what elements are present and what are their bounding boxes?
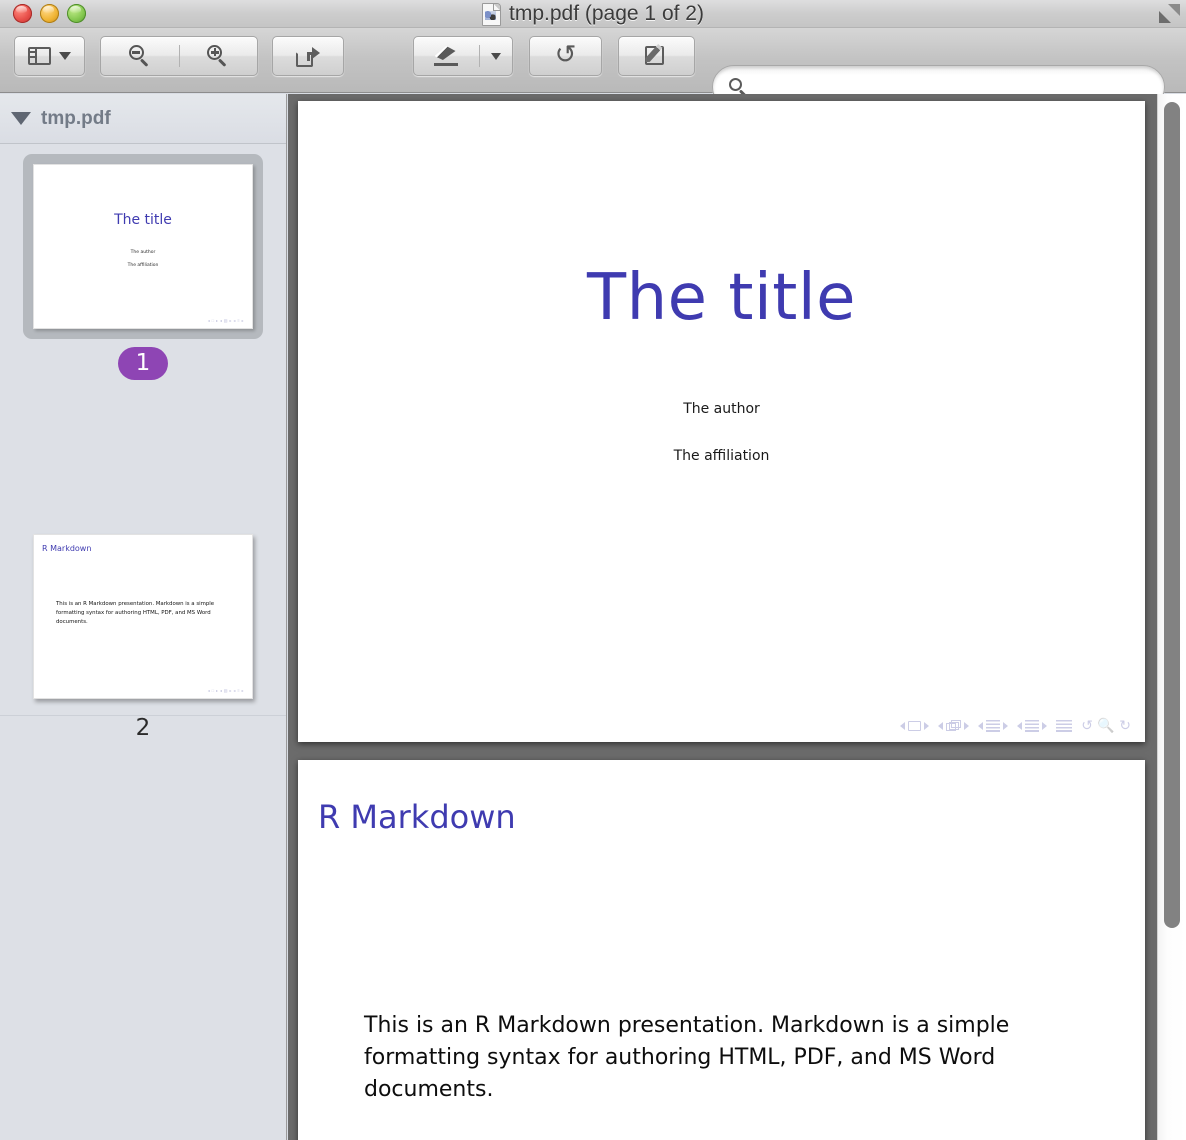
page1-title: The title [587,261,856,335]
fullscreen-arrows-icon[interactable] [1156,1,1184,27]
magnifier-plus-icon [207,45,229,67]
thumbnail-sidebar: tmp.pdf The title The author The affilia… [0,94,287,1140]
thumb2-body: This is an R Markdown presentation. Mark… [56,601,215,625]
preview-window: tmp.pdf (page 1 of 2) ↺ tmp.pdf The titl… [0,0,1186,1140]
vertical-scrollbar[interactable] [1157,94,1186,1140]
zoom-out-button[interactable] [101,37,179,75]
section-icon[interactable] [1025,720,1040,732]
page2-body: This is an R Markdown presentation. Mark… [364,1013,1010,1102]
nav-misc-icons[interactable]: ↺ 🔍 ↻ [1081,718,1131,734]
triangle-down-icon[interactable] [11,112,31,125]
section-next-icon[interactable] [1042,722,1048,730]
share-button[interactable] [272,36,344,76]
window-title: tmp.pdf (page 1 of 2) [509,2,704,25]
subsection-next-icon[interactable] [1003,722,1009,730]
nav-frame-group[interactable] [938,720,970,732]
slide-icon[interactable] [908,721,922,731]
chevron-down-icon [491,52,501,60]
nav-subsection-group[interactable] [978,720,1009,732]
sidebar-toggle-button[interactable] [14,36,85,76]
rotate-left-button[interactable]: ↺ [529,36,602,76]
slide-prev-icon[interactable] [900,722,906,730]
page2-heading: R Markdown [318,798,516,836]
subsection-prev-icon[interactable] [978,722,984,730]
thumbnail-selection-frame: The title The author The affiliation ◂ □… [23,154,263,339]
zoom-segmented-control [100,36,258,76]
highlight-button[interactable] [414,37,479,75]
frame-next-icon[interactable] [964,722,970,730]
sidebar-title: tmp.pdf [41,107,111,129]
thumb1-title: The title [114,212,172,228]
vertical-scroll-thumb[interactable] [1164,102,1180,928]
sidebar-panel-icon [28,47,51,65]
thumbnail-item-1[interactable]: The title The author The affiliation ◂ □… [0,154,286,380]
thumb2-heading: R Markdown [42,544,92,553]
rotate-left-icon: ↺ [554,40,577,70]
markup-button[interactable] [618,36,695,76]
magnifier-minus-icon [128,45,151,67]
subsection-icon[interactable] [986,720,1001,732]
slide-next-icon[interactable] [924,722,930,730]
nav-section-group[interactable] [1017,720,1048,732]
window-titlebar: tmp.pdf (page 1 of 2) [0,0,1186,28]
document-page-1: The title The author The affiliation ↺ 🔍… [298,101,1145,742]
page1-affiliation: The affiliation [673,448,770,464]
thumbnail-frame: R Markdown This is an R Markdown present… [23,524,263,709]
thumb2-beamer-nav: ◂ □ ▸ ◂ ▧ ▸ ◂ ≡ ▸ [207,688,244,693]
thumbnail-item-2[interactable]: R Markdown This is an R Markdown present… [0,524,286,740]
thumb1-author: The author [130,250,156,255]
section-prev-icon[interactable] [1017,722,1023,730]
thumbnail-page-2: R Markdown This is an R Markdown present… [33,534,253,699]
window-title-group: tmp.pdf (page 1 of 2) [0,0,1186,28]
zoom-in-button[interactable] [180,37,258,75]
markup-edit-icon [645,45,669,67]
thumb1-beamer-nav: ◂ □ ▸ ◂ ▧ ▸ ◂ ≡ ▸ [207,318,244,323]
frames-icon[interactable] [946,720,962,732]
frame-prev-icon[interactable] [938,722,944,730]
document-page-2: R Markdown This is an R Markdown present… [298,760,1145,1140]
thumbnail-page-number-2: 2 [135,715,151,741]
main-toolbar: ↺ [0,28,1186,109]
presentation-icon[interactable] [1056,720,1073,732]
highlighter-pen-icon [433,45,460,67]
beamer-navigation-bar: ↺ 🔍 ↻ [900,718,1131,734]
thumb1-affiliation: The affiliation [127,263,159,268]
nav-slide-group[interactable] [900,721,930,731]
highlight-tool-control [413,36,513,76]
highlight-menu-button[interactable] [480,37,512,75]
chevron-down-icon [59,52,71,60]
thumbnail-page-number-1: 1 [117,347,169,380]
share-arrow-icon [296,46,320,67]
document-view[interactable]: The title The author The affiliation ↺ 🔍… [288,94,1157,1140]
thumbnail-page-1: The title The author The affiliation ◂ □… [33,164,253,329]
pdf-document-icon [482,2,502,26]
fullscreen-arrow-down-left [1159,11,1171,23]
sidebar-header[interactable]: tmp.pdf [0,94,286,144]
page1-author: The author [683,401,760,417]
